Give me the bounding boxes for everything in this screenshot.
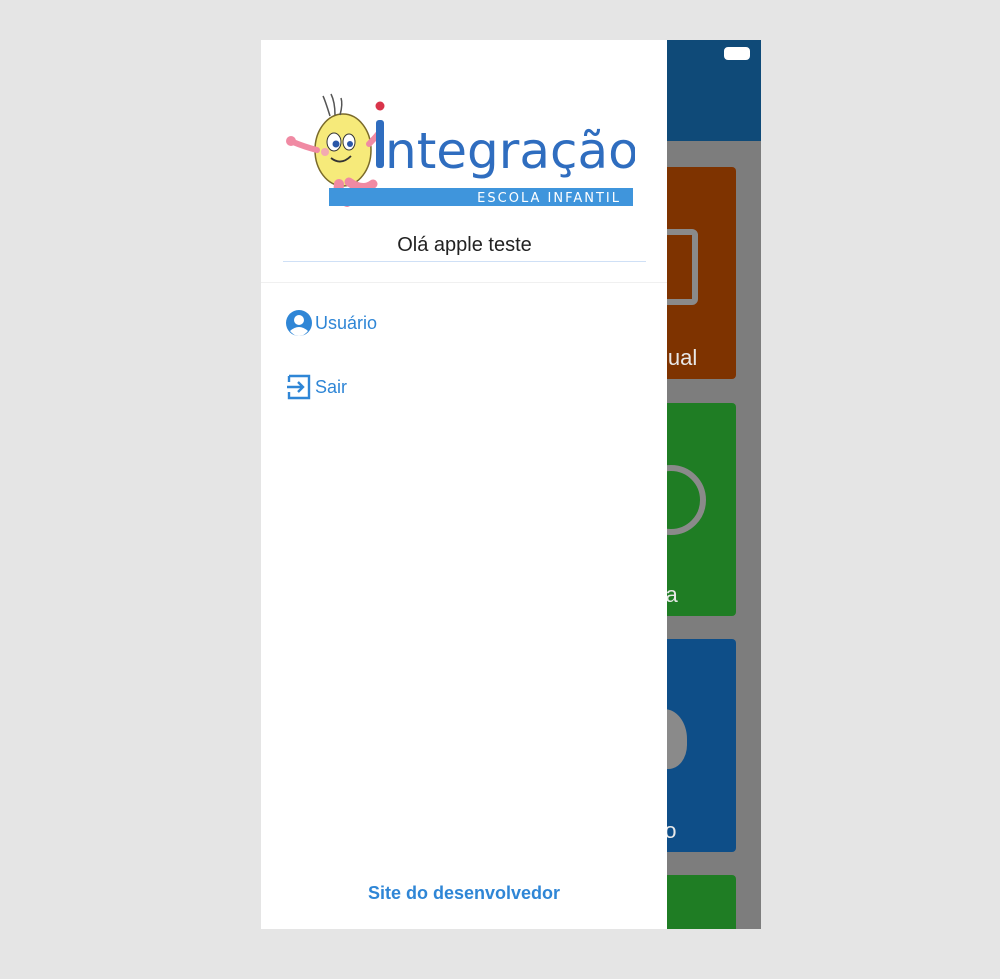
menu-item-label: Sair — [315, 376, 348, 397]
logout-icon — [285, 373, 313, 401]
developer-site-link[interactable]: Site do desenvolvedor — [261, 883, 667, 904]
brand-wordmark: ntegração — [385, 122, 635, 180]
divider — [261, 282, 667, 283]
menu-item-sair[interactable]: Sair — [285, 372, 347, 402]
battery-icon — [724, 47, 750, 60]
logo-subtitle: ESCOLA INFANTIL — [477, 191, 621, 206]
user-greeting: Olá apple teste — [283, 230, 646, 262]
school-logo: ntegração ESCOLA INFANTIL — [286, 93, 635, 207]
navigation-drawer: ntegração ESCOLA INFANTIL Olá apple test… — [261, 40, 667, 929]
phone-screen: Anual aria ção — [261, 40, 761, 929]
menu-item-label: Usuário — [315, 312, 378, 333]
user-circle-icon — [285, 309, 313, 337]
menu-item-usuario[interactable]: Usuário — [285, 308, 377, 338]
